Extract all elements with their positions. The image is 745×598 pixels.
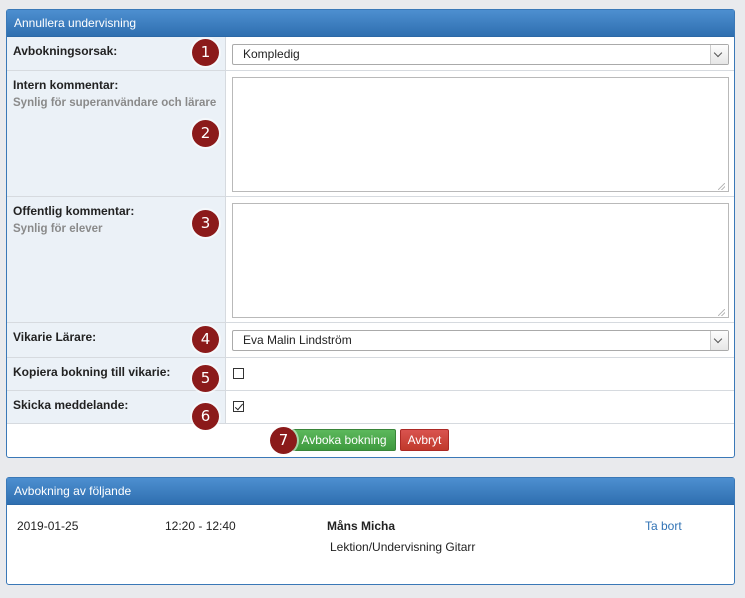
step-badge-6: 6 <box>192 403 219 430</box>
resize-grip-icon[interactable] <box>718 309 725 316</box>
step-badge-7: 7 <box>270 427 297 454</box>
chevron-down-icon[interactable] <box>710 45 728 64</box>
booking-time: 12:20 - 12:40 <box>165 519 236 533</box>
step-badge-5: 5 <box>192 365 219 392</box>
internal-comment-row: Intern kommentar: Synlig för superanvänd… <box>7 71 734 197</box>
booking-lesson: Lektion/Undervisning Gitarr <box>330 540 476 554</box>
copy-booking-checkbox[interactable] <box>233 368 244 379</box>
reason-value: Kompledig <box>243 47 300 61</box>
substitute-select[interactable]: Eva Malin Lindström <box>232 330 729 351</box>
internal-comment-hint: Synlig för superanvändare och lärare <box>13 97 217 109</box>
step-badge-1: 1 <box>192 39 219 66</box>
cancellation-list-panel: Avbokning av följande 2019-01-25 12:20 -… <box>6 477 735 585</box>
chevron-down-icon[interactable] <box>710 331 728 350</box>
substitute-row: Vikarie Lärare: Eva Malin Lindström <box>7 323 734 358</box>
abort-button[interactable]: Avbryt <box>400 429 449 451</box>
step-badge-3: 3 <box>192 210 219 237</box>
reason-row: Avbokningsorsak: Kompledig <box>7 37 734 71</box>
panel-title: Annullera undervisning <box>7 10 734 37</box>
step-badge-4: 4 <box>192 326 219 353</box>
substitute-value: Eva Malin Lindström <box>243 333 352 347</box>
resize-grip-icon[interactable] <box>718 183 725 190</box>
internal-comment-field[interactable] <box>232 77 729 192</box>
checkmark-icon <box>234 401 244 411</box>
booking-student: Måns Micha <box>327 519 396 533</box>
step-badge-2: 2 <box>192 120 219 147</box>
remove-link[interactable]: Ta bort <box>645 519 682 533</box>
booking-date: 2019-01-25 <box>17 519 79 533</box>
send-message-row: Skicka meddelande: <box>7 391 734 424</box>
confirm-cancel-button[interactable]: Avboka bokning <box>292 429 396 451</box>
cancel-teaching-panel: Annullera undervisning Avbokningsorsak: … <box>6 9 735 458</box>
send-message-checkbox[interactable] <box>233 401 244 412</box>
copy-booking-row: Kopiera bokning till vikarie: <box>7 358 734 391</box>
public-comment-field[interactable] <box>232 203 729 318</box>
internal-comment-label: Intern kommentar: <box>13 78 119 92</box>
panel-title: Avbokning av följande <box>7 478 734 505</box>
public-comment-row: Offentlig kommentar: Synlig för elever <box>7 197 734 323</box>
reason-select[interactable]: Kompledig <box>232 44 729 65</box>
